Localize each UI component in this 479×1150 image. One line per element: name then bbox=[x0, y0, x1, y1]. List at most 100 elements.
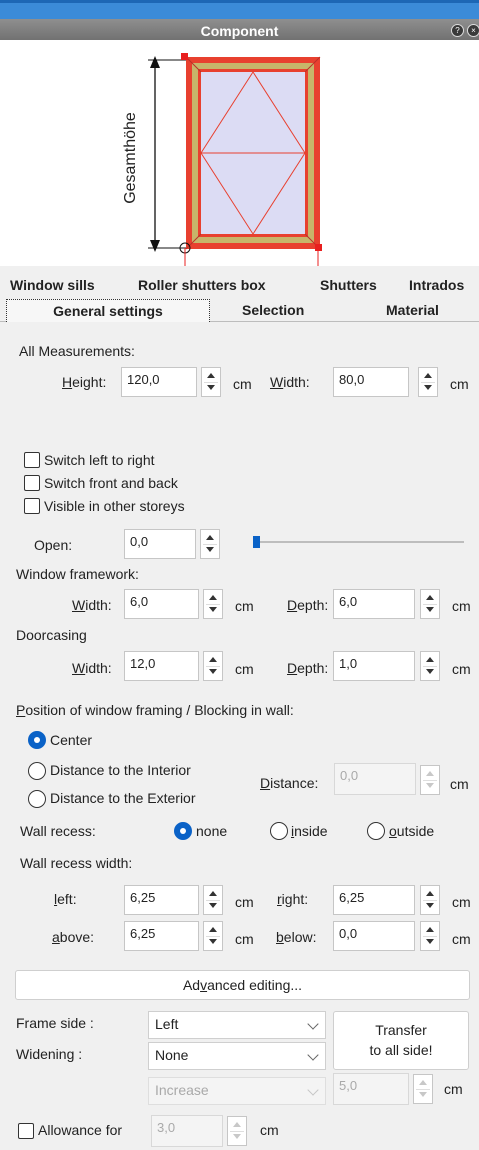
chevron-down-icon bbox=[307, 1018, 319, 1030]
tab-window-sills[interactable]: Window sills bbox=[10, 274, 95, 296]
frame-side-value: Left bbox=[155, 1016, 179, 1032]
framework-depth-stepper[interactable] bbox=[420, 589, 440, 619]
width-label: Width: bbox=[270, 374, 310, 390]
wall-recess-outside-label: outside bbox=[389, 823, 435, 839]
recess-above-unit: cm bbox=[235, 931, 254, 947]
recess-left-stepper[interactable] bbox=[203, 885, 223, 915]
framework-depth-label: Depth: bbox=[287, 597, 329, 613]
visible-other-storeys-checkbox[interactable] bbox=[24, 498, 40, 514]
frame-side-label: Frame side : bbox=[16, 1015, 94, 1031]
distance-input[interactable]: 0,0 bbox=[334, 763, 416, 795]
widening-amount-stepper[interactable] bbox=[413, 1074, 433, 1104]
height-input[interactable]: 120,0 bbox=[121, 367, 197, 397]
distance-label: Distance: bbox=[260, 775, 319, 791]
allowance-label: Allowance for bbox=[38, 1122, 123, 1138]
recess-right-stepper[interactable] bbox=[420, 885, 440, 915]
recess-below-label: below: bbox=[276, 929, 317, 945]
recess-above-stepper[interactable] bbox=[203, 921, 223, 951]
tab-shutters[interactable]: Shutters bbox=[320, 274, 377, 296]
widening-amount-input[interactable]: 5,0 bbox=[333, 1073, 409, 1105]
framework-width-input[interactable]: 6,0 bbox=[124, 589, 199, 619]
distance-stepper[interactable] bbox=[420, 765, 440, 795]
wall-recess-inside-radio[interactable] bbox=[270, 822, 288, 840]
close-icon[interactable]: × bbox=[467, 24, 479, 37]
widening-mode-select[interactable]: Increase bbox=[148, 1077, 326, 1105]
recess-left-input[interactable]: 6,25 bbox=[124, 885, 199, 915]
frame-side-select[interactable]: Left bbox=[148, 1011, 326, 1039]
widening-amount-unit: cm bbox=[444, 1081, 463, 1097]
recess-below-input[interactable]: 0,0 bbox=[333, 921, 415, 951]
switch-front-back-label: Switch front and back bbox=[44, 475, 178, 491]
switch-front-back-checkbox[interactable] bbox=[24, 475, 40, 491]
window-preview-drawing bbox=[148, 53, 322, 266]
doorcasing-label: Doorcasing bbox=[16, 627, 87, 643]
tab-row-top: Window sills Roller shutters box Shutter… bbox=[0, 274, 479, 296]
recess-above-input[interactable]: 6,25 bbox=[124, 921, 199, 951]
panel-titlebar: Component ? × bbox=[0, 0, 479, 43]
switch-left-right-checkbox[interactable] bbox=[24, 452, 40, 468]
doorcasing-width-label: Width: bbox=[72, 660, 112, 676]
tab-general-settings[interactable]: General settings bbox=[6, 299, 210, 322]
transfer-label-line2: to all side! bbox=[369, 1042, 433, 1058]
open-slider-track[interactable] bbox=[255, 541, 464, 543]
wall-recess-none-label: none bbox=[196, 823, 228, 839]
doorcasing-width-input[interactable]: 12,0 bbox=[124, 651, 199, 681]
chevron-down-icon bbox=[307, 1084, 319, 1096]
widening-select[interactable]: None bbox=[148, 1042, 326, 1070]
position-interior-label: Distance to the Interior bbox=[50, 762, 191, 778]
recess-left-unit: cm bbox=[235, 894, 254, 910]
open-label: Open: bbox=[34, 537, 73, 553]
allowance-checkbox[interactable] bbox=[18, 1123, 34, 1139]
chevron-down-icon bbox=[307, 1049, 319, 1061]
allowance-input[interactable]: 3,0 bbox=[151, 1115, 223, 1147]
height-label: Height: bbox=[62, 374, 107, 390]
switch-left-right-label: Switch left to right bbox=[44, 452, 155, 468]
position-center-radio[interactable] bbox=[28, 731, 46, 749]
framework-width-stepper[interactable] bbox=[203, 589, 223, 619]
recess-below-unit: cm bbox=[452, 931, 471, 947]
framework-width-label: Width: bbox=[72, 597, 112, 613]
wall-recess-width-label: Wall recess width: bbox=[20, 855, 133, 871]
position-exterior-label: Distance to the Exterior bbox=[50, 790, 196, 806]
width-input[interactable]: 80,0 bbox=[333, 367, 409, 397]
wall-recess-label: Wall recess: bbox=[20, 823, 96, 839]
recess-above-label: above: bbox=[52, 929, 95, 945]
open-stepper[interactable] bbox=[200, 529, 220, 559]
transfer-to-all-sides-button[interactable]: Transfer to all side! bbox=[333, 1011, 469, 1070]
tab-intrados[interactable]: Intrados bbox=[409, 274, 464, 296]
help-icon[interactable]: ? bbox=[451, 24, 464, 37]
doorcasing-depth-input[interactable]: 1,0 bbox=[333, 651, 415, 681]
wall-recess-none-radio[interactable] bbox=[174, 822, 192, 840]
height-stepper[interactable] bbox=[201, 367, 221, 397]
doorcasing-depth-stepper[interactable] bbox=[420, 651, 440, 681]
width-stepper[interactable] bbox=[418, 367, 438, 397]
dimension-label: Gesamthöhe bbox=[122, 112, 139, 204]
tab-material[interactable]: Material bbox=[386, 299, 439, 321]
widening-value: None bbox=[155, 1047, 189, 1063]
all-measurements-label: All Measurements: bbox=[19, 343, 135, 359]
wall-recess-outside-radio[interactable] bbox=[367, 822, 385, 840]
open-input[interactable]: 0,0 bbox=[124, 529, 196, 559]
recess-left-label: left: bbox=[54, 891, 77, 907]
tab-selection[interactable]: Selection bbox=[242, 299, 304, 321]
height-unit: cm bbox=[233, 376, 252, 392]
doorcasing-depth-unit: cm bbox=[452, 661, 471, 677]
tab-roller-shutters-box[interactable]: Roller shutters box bbox=[138, 274, 266, 296]
framework-width-unit: cm bbox=[235, 598, 254, 614]
open-slider-thumb[interactable] bbox=[253, 536, 260, 548]
framework-depth-input[interactable]: 6,0 bbox=[333, 589, 415, 619]
recess-right-unit: cm bbox=[452, 894, 471, 910]
wall-recess-inside-label: inside bbox=[291, 823, 328, 839]
widening-label: Widening : bbox=[16, 1046, 83, 1062]
advanced-editing-button[interactable]: Advanced editing... bbox=[15, 970, 470, 1000]
transfer-label-line1: Transfer bbox=[375, 1022, 427, 1038]
distance-unit: cm bbox=[450, 776, 469, 792]
recess-below-stepper[interactable] bbox=[420, 921, 440, 951]
framework-depth-unit: cm bbox=[452, 598, 471, 614]
position-interior-radio[interactable] bbox=[28, 762, 46, 780]
position-exterior-radio[interactable] bbox=[28, 790, 46, 808]
doorcasing-width-stepper[interactable] bbox=[203, 651, 223, 681]
recess-right-input[interactable]: 6,25 bbox=[333, 885, 415, 915]
width-unit: cm bbox=[450, 376, 469, 392]
allowance-stepper[interactable] bbox=[227, 1116, 247, 1146]
